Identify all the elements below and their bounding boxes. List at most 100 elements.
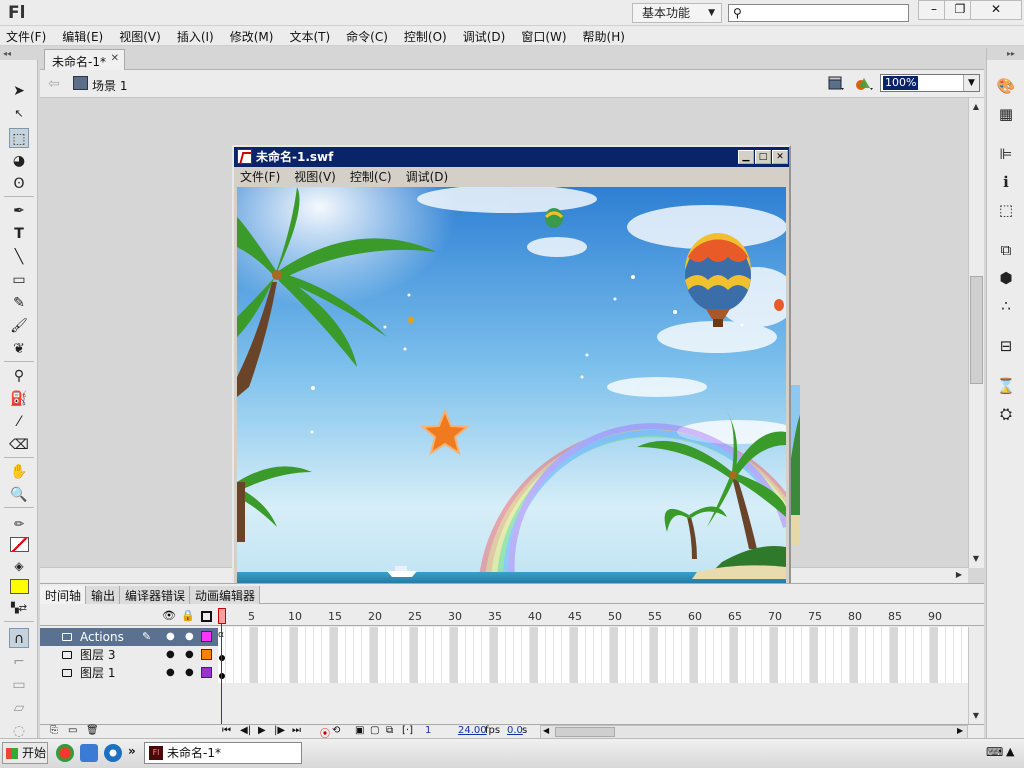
close-button[interactable]: ✕ [970,0,1022,20]
straighten-icon[interactable]: ▭ [9,675,29,695]
back-arrow-icon[interactable]: ⇦ [48,76,60,92]
settings-icon[interactable] [104,744,122,762]
menu-text[interactable]: 文本(T) [289,26,330,45]
scroll-down-icon[interactable]: ▼ [969,552,983,566]
movie-explorer-icon[interactable]: ⛭ [996,404,1016,424]
layer-row-layer-3[interactable]: 图层 3 ● ● [40,646,218,664]
menu-edit[interactable]: 编辑(E) [62,26,103,45]
new-folder-icon[interactable]: ▭ [68,725,77,736]
line-tool-icon[interactable]: ╲ [9,247,29,267]
first-frame-icon[interactable]: ⏮ [222,725,231,736]
close-icon[interactable]: ✕ [111,53,119,64]
tab-timeline[interactable]: 时间轴 [40,586,87,604]
visibility-dot[interactable]: ● [166,646,175,664]
scroll-down-icon[interactable]: ▼ [969,709,983,723]
layer-row-actions[interactable]: Actions ✎ ● ● [40,628,218,646]
step-back-icon[interactable]: ◀| [240,725,251,736]
play-icon[interactable]: ▶ [258,725,266,736]
quicklaunch-overflow[interactable]: » [128,744,136,758]
edit-multiple-icon[interactable]: ⧉ [386,725,393,736]
align-icon[interactable]: ⊫ [996,144,1016,164]
brush-tool-icon[interactable]: 🖌 [9,316,29,336]
browser-icon[interactable] [56,744,74,762]
lock-dot[interactable]: ● [185,646,194,664]
menu-file[interactable]: 文件(F) [6,26,46,45]
menu-modify[interactable]: 修改(M) [230,26,274,45]
document-tab[interactable]: 未命名-1* ✕ [44,49,125,70]
paint-bucket-tool-icon[interactable]: ⛽ [9,389,29,409]
rectangle-tool-icon[interactable]: ▭ [9,270,29,290]
step-forward-icon[interactable]: |▶ [274,725,285,736]
history-icon[interactable]: ⌛ [996,376,1016,396]
frames-grid[interactable]: α [218,627,968,683]
lasso-tool-icon[interactable]: ʘ [9,174,29,194]
timeline-vscroll[interactable]: ▼ [968,627,984,724]
lock-dot[interactable]: ● [185,664,194,682]
smooth-icon[interactable]: ⌐ [9,652,29,672]
components-icon[interactable]: ⧉ [996,240,1016,260]
edit-symbol-icon[interactable] [855,76,873,91]
swap-colors-icon[interactable]: ▚⇄ [9,599,29,619]
layer-color-swatch[interactable] [201,631,212,642]
edit-scene-icon[interactable] [828,76,844,91]
subselection-tool-icon[interactable]: ↖ [9,104,29,124]
swf-menu-file[interactable]: 文件(F) [240,167,280,187]
swf-minimize-button[interactable]: ▁ [738,150,754,164]
trash-icon[interactable]: 🗑 [86,725,99,736]
taskbar-item-flash[interactable]: Fl 未命名-1* [144,742,302,764]
menu-help[interactable]: 帮助(H) [583,26,625,45]
stroke-color-icon[interactable]: ✏ [9,514,29,534]
text-tool-icon[interactable]: T [9,224,29,244]
layer-color-swatch[interactable] [201,649,212,660]
snap-magnet-icon[interactable]: ∩ [9,628,29,648]
menu-commands[interactable]: 命令(C) [346,26,388,45]
loop-icon[interactable]: ⟲ [332,725,340,736]
scroll-thumb[interactable] [970,276,983,384]
rotate-icon[interactable]: ▱ [9,698,29,718]
onion-skin-icon[interactable]: ▣ [355,725,364,736]
timeline-hscroll[interactable]: ◀ ▶ [540,725,968,739]
bone-tool-icon[interactable]: ⚲ [9,366,29,386]
eye-icon[interactable]: 👁 [162,609,176,622]
swf-menu-view[interactable]: 视图(V) [294,167,336,187]
transform-icon[interactable]: ⬚ [996,200,1016,220]
collapse-handle[interactable]: ◂◂ [0,48,38,60]
fill-color-icon[interactable]: ◈ [9,556,29,576]
playhead-marker[interactable] [218,608,226,624]
scroll-right-icon[interactable]: ▶ [957,726,963,735]
eraser-tool-icon[interactable]: ⌫ [9,435,29,455]
eyedropper-tool-icon[interactable]: ⁄ [9,412,29,432]
3d-rotation-tool-icon[interactable]: ◕ [9,151,29,171]
menu-view[interactable]: 视图(V) [119,26,161,45]
hand-tool-icon[interactable]: ✋ [9,462,29,482]
ie-icon[interactable] [80,744,98,762]
swf-close-button[interactable]: ✕ [772,150,788,164]
stroke-color-swatch[interactable] [10,537,29,552]
tab-compiler-errors[interactable]: 编译器错误 [120,586,191,604]
visibility-dot[interactable]: ● [166,628,175,646]
keyboard-icon[interactable]: ⌨ [986,745,1003,759]
swf-menu-debug[interactable]: 调试(D) [406,167,449,187]
lock-dot[interactable]: ● [185,628,194,646]
onion-outline-icon[interactable]: ▢ [370,725,379,736]
last-frame-icon[interactable]: ⏭ [292,725,301,736]
outline-icon[interactable] [201,611,212,622]
tab-motion-editor[interactable]: 动画编辑器 [190,586,261,604]
fps-value[interactable]: 24.00 [458,725,487,736]
swf-menu-control[interactable]: 控制(C) [350,167,392,187]
swf-canvas[interactable] [237,187,786,587]
swf-maximize-button[interactable]: □ [755,150,771,164]
zoom-tool-icon[interactable]: 🔍 [9,485,29,505]
zoom-select[interactable]: 100% ▼ [880,74,980,92]
playhead[interactable] [218,606,226,726]
menu-debug[interactable]: 调试(D) [463,26,506,45]
swatches-grid-icon[interactable]: ▦ [996,104,1016,124]
pencil-tool-icon[interactable]: ✎ [9,293,29,313]
scroll-up-icon[interactable]: ▲ [969,100,983,114]
menu-insert[interactable]: 插入(I) [177,26,214,45]
start-button[interactable]: 开始 [2,742,48,764]
project-icon[interactable]: ⊟ [996,336,1016,356]
library-cubes-icon[interactable]: ⬢ [996,268,1016,288]
deco-tool-icon[interactable]: ❦ [9,339,29,359]
lock-icon[interactable]: 🔒 [181,609,195,622]
